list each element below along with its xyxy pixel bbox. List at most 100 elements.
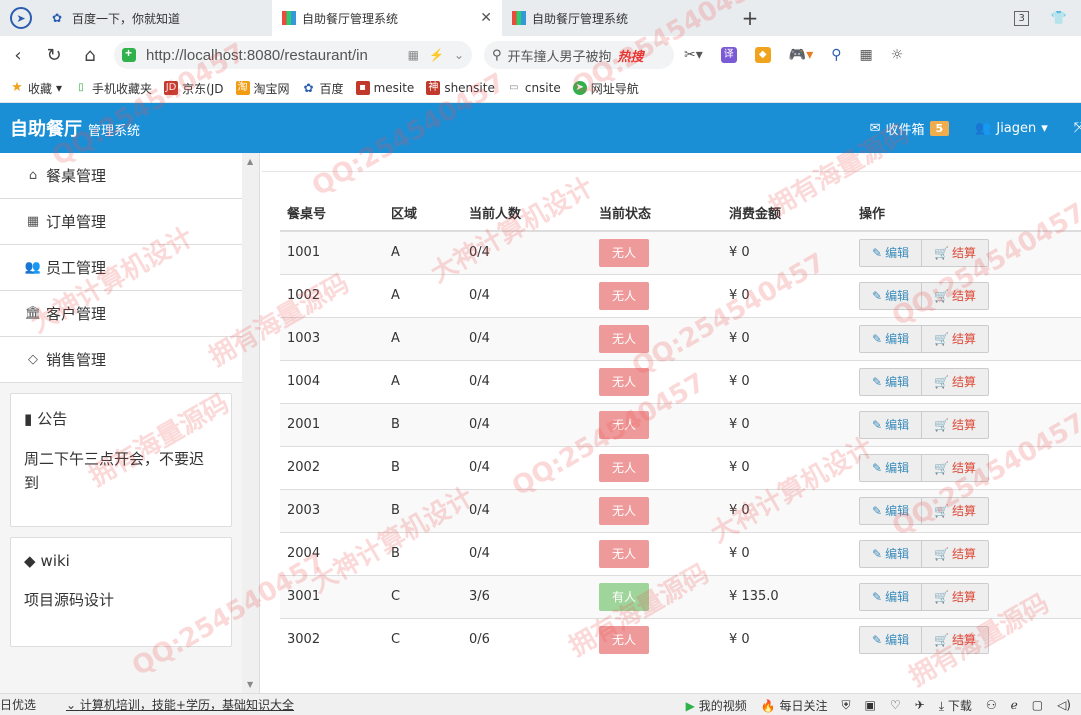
users-icon: 👥 <box>24 260 42 275</box>
edit-button[interactable]: ✎ 编辑 <box>859 582 923 611</box>
checkout-button[interactable]: 🛒 结算 <box>922 453 990 482</box>
sidebar-item-orders[interactable]: ▦ 订单管理 <box>0 199 242 245</box>
sidebar-item-sales[interactable]: ◇ 销售管理 <box>0 337 242 383</box>
status-badge: 无人 <box>599 625 649 654</box>
translate-icon[interactable]: 译 <box>720 47 737 63</box>
chevron-down-icon[interactable]: ⌄ <box>454 48 464 62</box>
scroll-down-icon[interactable]: ▼ <box>247 680 253 689</box>
main-content: 餐桌号 区域 当前人数 当前状态 消费金额 操作 1001 A 0/4 无人 ¥ 0 ✎ 编… <box>262 153 1081 693</box>
zoom-icon[interactable]: ⚲ <box>831 47 841 63</box>
edit-button[interactable]: ✎ 编辑 <box>859 539 923 568</box>
edit-button[interactable]: ✎ 编辑 <box>859 238 923 267</box>
edit-button[interactable]: ✎ 编辑 <box>859 367 923 396</box>
table-status-cell: 有人 <box>592 574 722 618</box>
table-amount-cell: ¥ 0 <box>722 402 852 446</box>
window-controls: 3 👕 <box>1014 0 1081 36</box>
fullscreen-icon[interactable]: ⤧ <box>1074 120 1081 136</box>
edit-button[interactable]: ✎ 编辑 <box>859 281 923 310</box>
search-icon: ⚲ <box>492 47 502 63</box>
browser-nav-icon[interactable]: ➤ <box>0 0 42 36</box>
table-row: 1003 A 0/4 无人 ¥ 0 ✎ 编辑 🛒 结算 <box>280 316 1081 360</box>
edit-button[interactable]: ✎ 编辑 <box>859 453 923 482</box>
status-left-item[interactable]: 日优选 <box>0 696 36 713</box>
edit-button[interactable]: ✎ 编辑 <box>859 496 923 525</box>
qr-icon[interactable]: ▦ <box>408 48 419 62</box>
apps-grid-icon[interactable]: ▦ <box>860 47 873 63</box>
lightning-icon[interactable]: ⚡ <box>429 48 444 62</box>
edit-icon: ✎ <box>872 374 883 389</box>
baidu-icon: ✿ <box>303 81 314 95</box>
tab-count-badge[interactable]: 3 <box>1014 10 1029 26</box>
shirt-icon[interactable]: 👕 <box>1051 11 1067 26</box>
url-field[interactable]: http://localhost:8080/restaurant/in ▦ ⚡ … <box>114 41 472 69</box>
sidebar-item-tables[interactable]: ⌂ 餐桌管理 <box>0 153 242 199</box>
bookmark-favorites[interactable]: ★ 收藏 ▾ <box>10 80 62 97</box>
reload-button[interactable]: ↻ <box>36 36 72 74</box>
checkout-button[interactable]: 🛒 结算 <box>922 324 990 353</box>
search-input[interactable]: ⚲ 开车撞人男子被拘 热搜 <box>484 41 674 69</box>
bookmark-shensite[interactable]: 神 shensite <box>426 81 495 95</box>
heart-icon[interactable]: ♡ <box>890 698 901 712</box>
checkout-button[interactable]: 🛒 结算 <box>922 410 990 439</box>
checkout-button[interactable]: 🛒 结算 <box>922 281 990 310</box>
inbox-button[interactable]: ✉ 收件箱 5 <box>870 119 950 138</box>
checkout-button[interactable]: 🛒 结算 <box>922 582 990 611</box>
download-button[interactable]: ⤓ 下载 <box>939 697 972 714</box>
checkout-button[interactable]: 🛒 结算 <box>922 625 990 654</box>
cart-icon: 🛒 <box>934 245 950 260</box>
edit-button[interactable]: ✎ 编辑 <box>859 625 923 654</box>
chevron-icon: ⌄ <box>66 698 80 712</box>
sidebar-scrollbar[interactable]: ▲ ▼ <box>242 153 259 693</box>
bookmark-taobao[interactable]: 淘淘宝网 <box>235 80 290 97</box>
bookmark-cnsite[interactable]: ▭ cnsite <box>507 81 561 95</box>
daily-follow-button[interactable]: 🔥 每日关注 <box>761 697 828 714</box>
amount-value: 0 <box>741 374 750 389</box>
shield-extension-icon[interactable]: ◆ <box>754 47 771 63</box>
cart-icon: 🛒 <box>934 288 950 303</box>
bookmark-nav[interactable]: ➤ 网址导航 <box>572 80 639 97</box>
status-promo-link[interactable]: ⌄ 计算机培训，技能+学历，基础知识大全 <box>66 696 294 713</box>
ie-icon[interactable]: ℯ <box>1011 698 1018 712</box>
brightness-icon[interactable]: ☼ <box>891 47 904 63</box>
new-tab-button[interactable]: + <box>732 0 768 36</box>
scroll-up-icon[interactable]: ▲ <box>247 157 253 166</box>
checkout-button[interactable]: 🛒 结算 <box>922 539 990 568</box>
home-button[interactable]: ⌂ <box>72 36 108 74</box>
user-name: Jiagen <box>996 120 1037 136</box>
shield-status-icon[interactable]: ⛨ <box>842 698 851 713</box>
back-button[interactable]: ‹ <box>0 36 36 74</box>
browser-tab-3[interactable]: 自助餐厅管理系统 <box>502 0 732 36</box>
sidebar-item-customers[interactable]: 🏛 客户管理 <box>0 291 242 337</box>
brand-title[interactable]: 自助餐厅 管理系统 <box>10 115 140 141</box>
bookmark-icon: ▮ <box>24 409 33 428</box>
table-amount-cell: ¥ 135.0 <box>722 574 852 618</box>
diamond-icon: ◇ <box>28 352 38 367</box>
edit-button[interactable]: ✎ 编辑 <box>859 410 923 439</box>
checkout-button[interactable]: 🛒 结算 <box>922 496 990 525</box>
bookmark-mesite[interactable]: ▪ mesite <box>355 81 414 95</box>
game-icon[interactable]: ⚇ <box>986 698 997 712</box>
browser-status-bar: 日优选 ⌄ 计算机培训，技能+学历，基础知识大全 ▶ 我的视频 🔥 每日关注 ⛨… <box>0 693 1081 715</box>
download-icon: ⤓ <box>938 698 945 713</box>
rocket-icon[interactable]: ✈ <box>915 698 925 712</box>
browser-tab-2[interactable]: 自助餐厅管理系统 ✕ <box>272 0 502 36</box>
gamepad-icon[interactable]: 🎮▾ <box>789 47 813 63</box>
sidebar-item-staff[interactable]: 👥 员工管理 <box>0 245 242 291</box>
checkout-button[interactable]: 🛒 结算 <box>922 238 990 267</box>
browser-tab-1[interactable]: ✿ 百度一下，你就知道 <box>42 0 272 36</box>
image-icon[interactable]: ▣ <box>865 698 876 712</box>
bookmark-mobile[interactable]: ▯ 手机收藏夹 <box>74 80 152 97</box>
bookmark-jd[interactable]: JD 京东(JD <box>164 80 224 97</box>
bookmark-baidu[interactable]: ✿ 百度 <box>302 80 344 97</box>
user-menu[interactable]: 👥 Jiagen ▾ <box>975 121 1048 136</box>
checkout-button[interactable]: 🛒 结算 <box>922 367 990 396</box>
wiki-title: wiki <box>40 552 70 570</box>
table-actions-cell: ✎ 编辑 🛒 结算 <box>852 617 1081 661</box>
table-amount-cell: ¥ 0 <box>722 445 852 489</box>
scissors-icon[interactable]: ✂▾ <box>684 47 703 63</box>
edit-button[interactable]: ✎ 编辑 <box>859 324 923 353</box>
speaker-icon[interactable]: ◁) <box>1057 698 1071 712</box>
close-icon[interactable]: ✕ <box>480 10 492 26</box>
window-icon[interactable]: ▢ <box>1032 698 1043 712</box>
my-video-button[interactable]: ▶ 我的视频 <box>686 697 747 714</box>
